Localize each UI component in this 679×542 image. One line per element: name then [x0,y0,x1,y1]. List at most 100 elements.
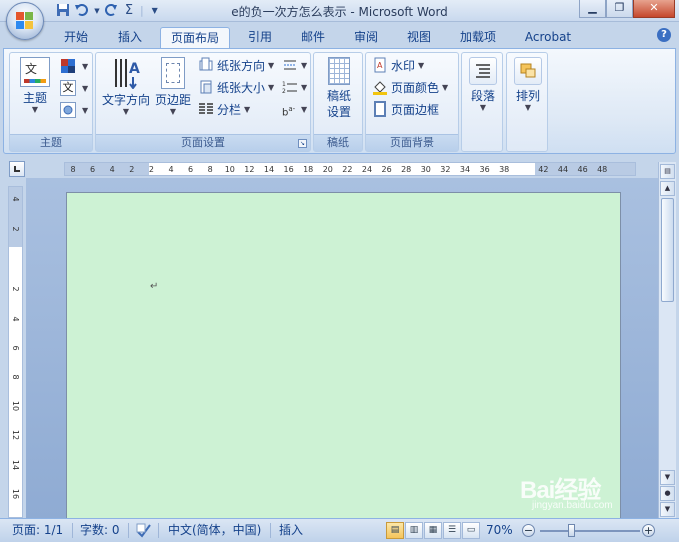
group-label: 主题 [10,134,92,151]
watermark-line2: jingyan.baidu.com [532,500,613,511]
breaks-button[interactable]: ▼ [282,56,307,74]
size-button[interactable]: 纸张大小 ▼ [198,78,274,96]
scroll-thumb[interactable] [661,198,674,302]
baidu-watermark: Bai经验 jingyan.baidu.com [520,470,670,515]
svg-text:2: 2 [282,88,286,95]
outline-icon[interactable]: ☰ [443,522,461,539]
scroll-up-button[interactable]: ▲ [660,181,675,196]
line-numbers-button[interactable]: 12 ▼ [282,78,307,96]
dialog-launcher-icon[interactable]: ↘ [298,139,307,148]
watermark-button[interactable]: A 水印 ▼ [372,56,424,74]
ruler-tick-label: 16 [283,165,294,174]
theme-fonts-icon: 文 [60,80,76,96]
group-paragraph: 段落 ▼ [461,52,503,152]
document-area: ↵ [26,178,658,518]
columns-button[interactable]: 分栏 ▼ [198,100,250,118]
breaks-icon [282,57,298,73]
theme-effects-button[interactable]: ▼ [60,101,88,119]
ruler-tick-label: 14 [11,459,20,471]
status-words[interactable]: 字数: 0 [80,522,120,539]
ribbon: 文 主题 ▼ ▼ 文 ▼ ▼ 主题 A 文字方向 ▼ 页边距 ▼ 纸张方向 ▼ … [3,48,676,154]
help-icon[interactable]: ? [657,28,671,42]
hyphenation-button[interactable]: ba- ▼ [282,100,307,119]
group-themes: 文 主题 ▼ ▼ 文 ▼ ▼ 主题 [9,52,93,152]
ruler-tick-label: 32 [440,165,451,174]
tab-view[interactable]: 视图 [399,27,439,49]
tab-mailings[interactable]: 邮件 [293,27,333,49]
chevron-down-icon: ▼ [31,105,39,114]
ruler-tick-label: 4 [168,165,174,174]
ruler-tick-label: 34 [459,165,471,174]
group-label: 页面设置 [96,134,310,151]
office-button[interactable] [6,2,44,40]
text-direction-button[interactable]: A 文字方向 ▼ [98,57,154,116]
arrange-icon [514,57,542,85]
ruler-tick-label: 6 [11,345,20,351]
zoom-level[interactable]: 70% [486,522,513,539]
theme-text-glyph: 文 [25,62,38,76]
view-ruler-icon[interactable]: ▤ [660,164,675,179]
tab-acrobat[interactable]: Acrobat [518,27,578,49]
manuscript-settings-button[interactable]: 稿纸 设置 [318,57,360,120]
arrange-label: 排列 [515,89,540,103]
ruler-tick-label: 44 [557,165,569,174]
ruler-tick-label: 6 [188,165,194,174]
tab-page-layout[interactable]: 页面布局 [160,27,230,49]
tab-home[interactable]: 开始 [56,27,96,49]
theme-fonts-button[interactable]: 文 ▼ [60,79,88,97]
ruler-tick-label: 10 [224,165,235,174]
ruler-toggle-button[interactable] [9,161,25,177]
full-screen-reading-icon[interactable]: ▥ [405,522,423,539]
horizontal-ruler[interactable]: 8 6 4 2 2 4 6 8 10 12 14 16 18 20 22 24 26 28 30 32 34 36 38 42… [64,162,636,176]
orientation-button[interactable]: 纸张方向 ▼ [198,56,274,74]
ruler-tick-label: 18 [303,165,314,174]
paragraph-button[interactable]: 段落 ▼ [464,57,502,112]
zoom-slider-thumb[interactable] [568,524,575,537]
page-borders-button[interactable]: 页面边框 [372,100,439,118]
page-color-button[interactable]: 页面颜色 ▼ [372,78,448,96]
theme-colors-button[interactable]: ▼ [60,57,88,75]
arrange-button[interactable]: 排列 ▼ [509,57,547,112]
vertical-scrollbar[interactable]: ▤ ▲ ▼ ● ▼ [658,162,676,518]
page-color-icon [372,79,388,95]
zoom-in-button[interactable]: + [642,524,655,537]
ruler-tick-label: 28 [401,165,412,174]
minimize-button[interactable]: ▁ [579,0,606,18]
ruler-tick-label: 10 [11,400,20,412]
chevron-down-icon: ▼ [268,82,275,92]
status-bar: 页面: 1/1 字数: 0 中文(简体，中国) 插入 ▤ ▥ ▦ ☰ ▭ 70%… [0,518,679,542]
line-numbers-icon: 12 [282,79,298,95]
tab-insert[interactable]: 插入 [110,27,150,49]
tab-addins[interactable]: 加载项 [452,27,504,49]
close-button[interactable]: ✕ [633,0,675,18]
draft-icon[interactable]: ▭ [462,522,480,539]
status-insert-mode[interactable]: 插入 [279,522,303,539]
web-layout-icon[interactable]: ▦ [424,522,442,539]
chevron-down-icon: ▼ [301,82,308,92]
window-controls: ▁ ❐ ✕ [579,0,675,18]
zoom-slider[interactable] [540,530,640,532]
chevron-down-icon: ▼ [524,103,532,112]
print-layout-icon[interactable]: ▤ [386,522,404,539]
ruler-tick-label: 42 [538,165,549,174]
page-borders-icon [372,101,388,117]
themes-button[interactable]: 文 主题 ▼ [16,57,54,114]
ruler-tick-label: 46 [577,165,588,174]
proofing-icon[interactable] [136,522,152,539]
tab-references[interactable]: 引用 [240,27,280,49]
hyphenation-icon: ba- [282,105,296,119]
status-page[interactable]: 页面: 1/1 [12,522,63,539]
margins-button[interactable]: 页边距 ▼ [154,57,192,116]
status-language[interactable]: 中文(简体，中国) [168,522,261,539]
ruler-tick-label: 8 [70,165,76,174]
zoom-out-button[interactable]: − [522,524,535,537]
svg-text:1: 1 [282,81,286,88]
group-arrange: 排列 ▼ [506,52,548,152]
margins-icon [161,57,185,89]
vertical-ruler[interactable]: 4 2 2 4 6 8 10 12 14 16 [8,186,23,518]
orientation-label: 纸张方向 [217,58,266,73]
chevron-down-icon: ▼ [82,61,89,71]
tab-review[interactable]: 审阅 [346,27,386,49]
maximize-button[interactable]: ❐ [606,0,633,18]
view-buttons: ▤ ▥ ▦ ☰ ▭ [386,522,481,539]
